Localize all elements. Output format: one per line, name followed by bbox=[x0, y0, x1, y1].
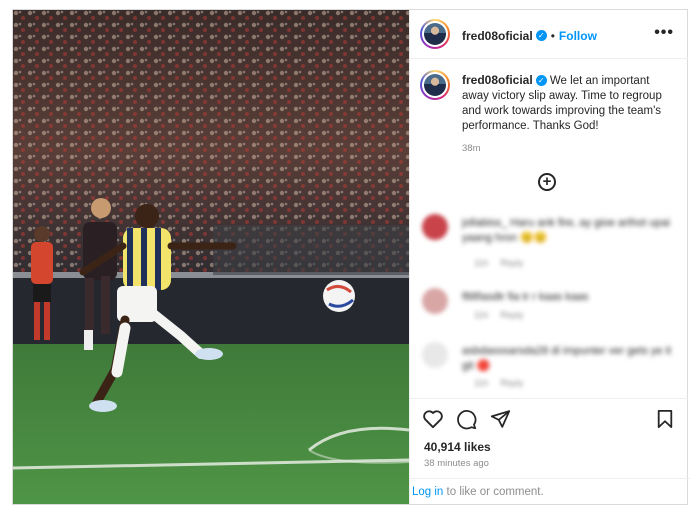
header-title-row: fred08oficial ✓ • Follow bbox=[462, 27, 597, 45]
comment-age: 11h bbox=[474, 310, 489, 320]
caption-username[interactable]: fred08oficial bbox=[462, 73, 533, 87]
verified-badge-icon: ✓ bbox=[535, 30, 547, 42]
plus-circle-icon[interactable]: + bbox=[538, 173, 556, 191]
comment-text: asbdasssarsda28 di impunter ver gets ye … bbox=[462, 345, 672, 372]
comment-avatar[interactable] bbox=[422, 288, 448, 314]
follow-button[interactable]: Follow bbox=[559, 29, 597, 43]
comment-text: f88fasdtr fia tr r kaas kaas bbox=[462, 291, 589, 303]
login-link[interactable]: Log in bbox=[412, 486, 443, 498]
caption-timestamp: 38m bbox=[462, 143, 481, 154]
comment-age: 11h bbox=[474, 378, 489, 388]
instagram-post-embed: fred08oficial ✓ • Follow ••• fred08oficial ✓… bbox=[12, 9, 690, 505]
comment-meta: 11h Reply bbox=[474, 258, 535, 268]
comment-meta: 11h Reply bbox=[474, 310, 535, 320]
post-photo[interactable] bbox=[13, 10, 409, 504]
author-avatar[interactable] bbox=[420, 19, 450, 49]
heart-icon[interactable] bbox=[422, 409, 444, 429]
like-count[interactable]: 40,914 likes bbox=[424, 440, 491, 454]
author-username[interactable]: fred08oficial bbox=[462, 29, 533, 43]
more-options-icon[interactable]: ••• bbox=[654, 24, 674, 42]
comment-text: jollabiss_ Haru ank fire, ay gioe arthot… bbox=[462, 217, 670, 244]
separator-dot: • bbox=[550, 29, 555, 43]
football-match-photo bbox=[13, 10, 409, 504]
caption-author-avatar[interactable] bbox=[420, 70, 450, 100]
comment-avatar[interactable] bbox=[422, 342, 448, 368]
verified-badge-icon: ✓ bbox=[535, 75, 547, 87]
bookmark-icon[interactable] bbox=[656, 409, 674, 429]
post-side-panel: fred08oficial ✓ • Follow ••• fred08oficial ✓… bbox=[409, 10, 690, 505]
comment-age: 11h bbox=[474, 258, 489, 268]
post-header: fred08oficial ✓ • Follow ••• bbox=[410, 10, 688, 59]
comment-reply-button[interactable]: Reply bbox=[500, 310, 523, 320]
caption-body: fred08oficial ✓ We let an important away … bbox=[462, 73, 678, 134]
post-actions-bar bbox=[410, 398, 688, 439]
post-timestamp: 38 minutes ago bbox=[424, 458, 489, 469]
comment-avatar[interactable] bbox=[422, 214, 448, 240]
comment-icon[interactable] bbox=[456, 409, 477, 430]
share-icon[interactable] bbox=[490, 409, 511, 429]
avatar-image bbox=[424, 23, 446, 45]
comment-reply-button[interactable]: Reply bbox=[500, 378, 523, 388]
avatar-image bbox=[424, 74, 446, 96]
login-prompt-text: to like or comment. bbox=[443, 486, 544, 498]
comment-reply-button[interactable]: Reply bbox=[500, 258, 523, 268]
comment-meta: 11h Reply bbox=[474, 378, 535, 388]
login-prompt: Log in to like or comment. bbox=[410, 478, 690, 505]
